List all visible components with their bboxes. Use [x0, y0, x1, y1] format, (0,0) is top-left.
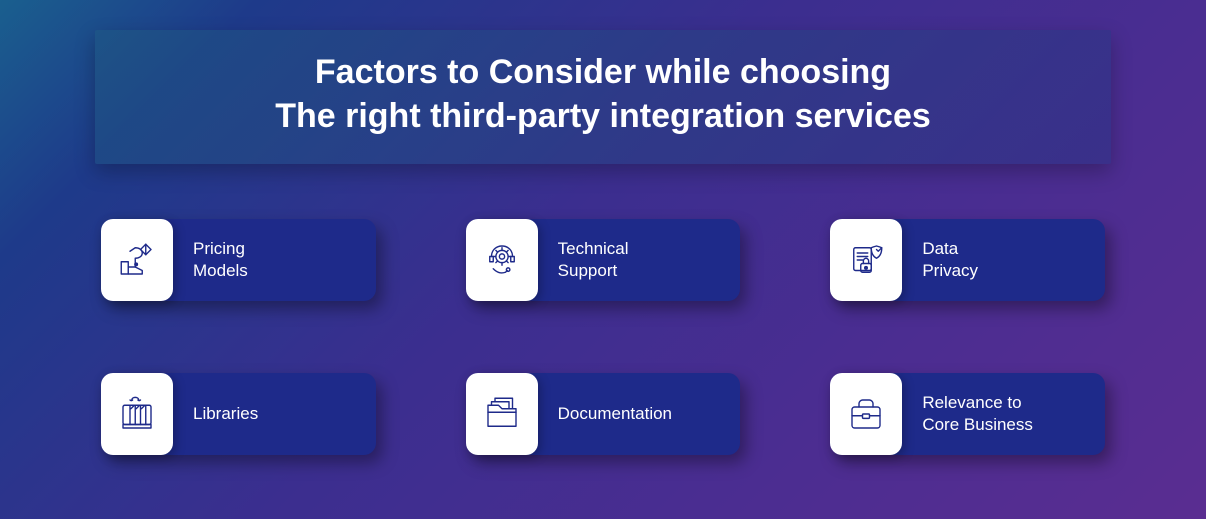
card-label-box: Libraries	[173, 373, 376, 455]
pricing-icon	[101, 219, 173, 301]
factor-card-privacy: Data Privacy	[830, 219, 1105, 301]
card-label: Relevance to Core Business	[922, 392, 1033, 436]
card-label-box: Pricing Models	[173, 219, 376, 301]
card-label: Technical Support	[558, 238, 629, 282]
factor-card-support: Technical Support	[466, 219, 741, 301]
header-panel: Factors to Consider while choosing The r…	[95, 30, 1111, 164]
card-label: Pricing Models	[193, 238, 248, 282]
documentation-icon	[466, 373, 538, 455]
title-line-1: Factors to Consider while choosing	[315, 53, 891, 91]
card-label-box: Documentation	[538, 373, 741, 455]
factor-grid: Pricing Models Technical Support	[95, 219, 1111, 455]
card-label-box: Data Privacy	[902, 219, 1105, 301]
privacy-icon	[830, 219, 902, 301]
card-label: Documentation	[558, 403, 672, 425]
factor-card-relevance: Relevance to Core Business	[830, 373, 1105, 455]
card-label-box: Technical Support	[538, 219, 741, 301]
card-label-box: Relevance to Core Business	[902, 373, 1105, 455]
factor-card-documentation: Documentation	[466, 373, 741, 455]
factor-card-pricing: Pricing Models	[101, 219, 376, 301]
libraries-icon	[101, 373, 173, 455]
page-title: Factors to Consider while choosing The r…	[125, 50, 1081, 138]
support-icon	[466, 219, 538, 301]
card-label: Data Privacy	[922, 238, 978, 282]
factor-card-libraries: Libraries	[101, 373, 376, 455]
title-line-2: The right third-party integration servic…	[275, 97, 931, 135]
relevance-icon	[830, 373, 902, 455]
card-label: Libraries	[193, 403, 258, 425]
